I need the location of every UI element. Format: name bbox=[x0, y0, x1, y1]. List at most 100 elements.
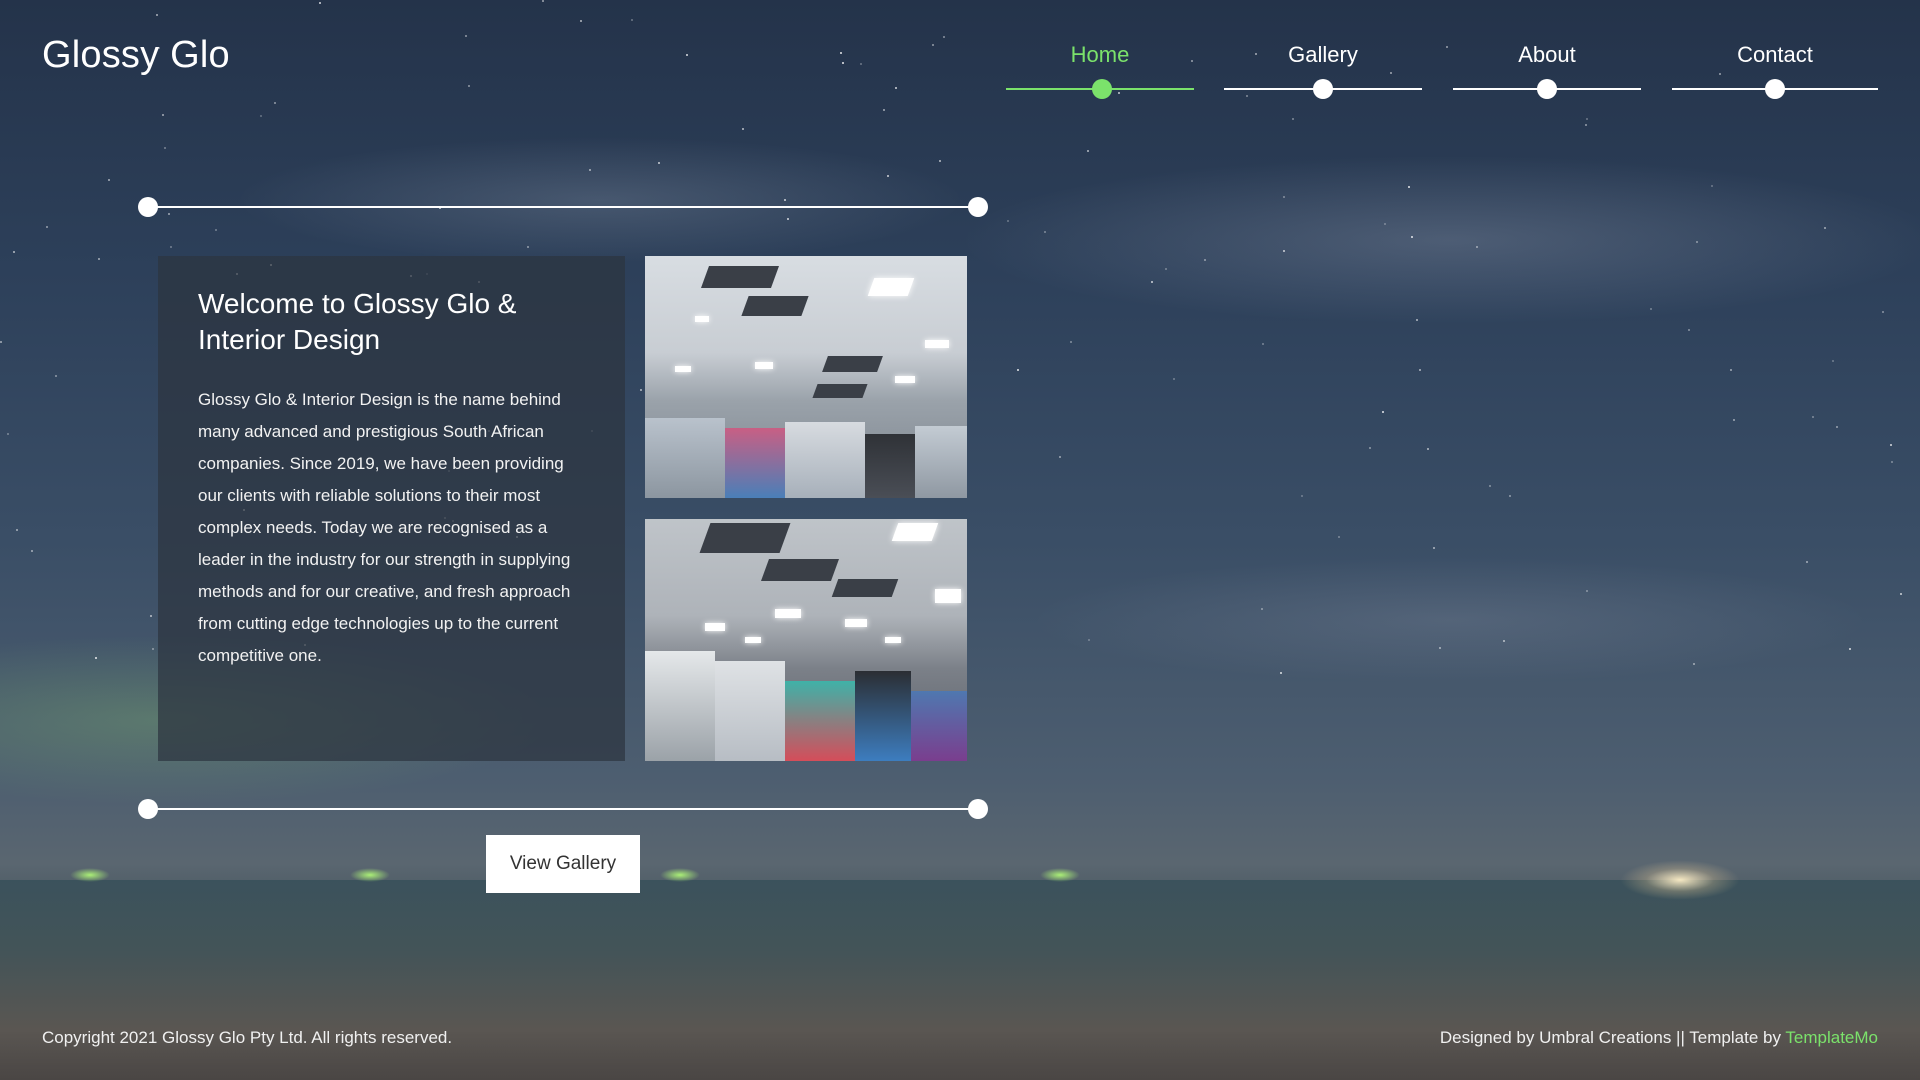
star bbox=[1204, 259, 1206, 261]
nav-indicator-dot bbox=[1092, 79, 1112, 99]
star bbox=[1733, 419, 1735, 421]
star bbox=[1261, 608, 1263, 610]
star bbox=[1693, 663, 1695, 665]
nav-item-home[interactable]: Home bbox=[1006, 42, 1194, 102]
star bbox=[631, 19, 633, 21]
star bbox=[1280, 672, 1282, 674]
star bbox=[1408, 186, 1410, 188]
nav-item-about[interactable]: About bbox=[1453, 42, 1641, 102]
top-divider-dot-right bbox=[968, 197, 988, 217]
star bbox=[13, 251, 15, 253]
star bbox=[1301, 495, 1303, 497]
star bbox=[1427, 448, 1429, 450]
star bbox=[0, 341, 2, 343]
star bbox=[1044, 231, 1046, 233]
star bbox=[1586, 590, 1588, 592]
star bbox=[686, 54, 688, 56]
star bbox=[150, 615, 152, 617]
star bbox=[468, 85, 470, 87]
star bbox=[46, 226, 48, 228]
intro-card: Welcome to Glossy Glo & Interior Design … bbox=[158, 256, 625, 761]
nav-label-about: About bbox=[1518, 42, 1576, 67]
star bbox=[589, 169, 591, 171]
star bbox=[1688, 329, 1690, 331]
star bbox=[260, 115, 262, 117]
star bbox=[1476, 246, 1478, 248]
nav-label-gallery: Gallery bbox=[1288, 42, 1358, 67]
footer-copyright: Copyright 2021 Glossy Glo Pty Ltd. All r… bbox=[42, 1028, 453, 1047]
templatemo-link[interactable]: TemplateMo bbox=[1785, 1028, 1878, 1047]
city-light bbox=[70, 868, 110, 882]
star bbox=[1059, 456, 1061, 458]
star bbox=[1730, 369, 1732, 371]
star bbox=[1824, 227, 1826, 229]
star bbox=[1503, 640, 1505, 642]
star bbox=[887, 175, 889, 177]
star bbox=[932, 44, 934, 46]
nav-item-contact[interactable]: Contact bbox=[1672, 42, 1878, 102]
nav-label-home: Home bbox=[1070, 42, 1130, 67]
star bbox=[1338, 536, 1340, 538]
star bbox=[1509, 495, 1511, 497]
nav-indicator-dot bbox=[1313, 79, 1333, 99]
intro-text: Glossy Glo & Interior Design is the name… bbox=[198, 390, 571, 665]
star bbox=[527, 246, 529, 248]
star bbox=[55, 375, 57, 377]
star bbox=[1007, 220, 1009, 222]
star bbox=[16, 529, 18, 531]
star bbox=[943, 36, 945, 38]
star bbox=[98, 258, 100, 260]
star bbox=[1891, 461, 1893, 463]
star bbox=[152, 648, 154, 650]
star bbox=[860, 63, 862, 65]
site-logo[interactable]: Glossy Glo bbox=[42, 34, 230, 77]
star bbox=[108, 179, 110, 181]
star bbox=[1088, 639, 1090, 641]
star bbox=[1439, 647, 1441, 649]
nav-label-contact: Contact bbox=[1737, 42, 1813, 67]
star bbox=[1433, 547, 1435, 549]
top-divider-dot-left bbox=[138, 197, 158, 217]
main-nav: Home Gallery About Contact bbox=[1000, 42, 1880, 102]
star bbox=[1411, 236, 1413, 238]
star bbox=[542, 0, 544, 2]
nav-item-gallery[interactable]: Gallery bbox=[1224, 42, 1422, 102]
star bbox=[1292, 118, 1294, 120]
star bbox=[580, 20, 582, 22]
star bbox=[1836, 426, 1838, 428]
store-photo-2[interactable] bbox=[645, 519, 967, 761]
star bbox=[1173, 378, 1175, 380]
bottom-divider-dot-left bbox=[138, 799, 158, 819]
star bbox=[1832, 360, 1834, 362]
star bbox=[170, 246, 172, 248]
star bbox=[1882, 311, 1884, 313]
star bbox=[1489, 485, 1491, 487]
star bbox=[274, 102, 276, 104]
star bbox=[168, 213, 170, 215]
star bbox=[1650, 308, 1652, 310]
star bbox=[1087, 150, 1089, 152]
star bbox=[162, 114, 164, 116]
nav-indicator-dot bbox=[1537, 79, 1557, 99]
star bbox=[895, 87, 897, 89]
star bbox=[1262, 343, 1264, 345]
star bbox=[1382, 411, 1384, 413]
star bbox=[1416, 319, 1418, 321]
city-light bbox=[660, 868, 700, 882]
star bbox=[215, 229, 217, 231]
star bbox=[939, 160, 941, 162]
star bbox=[1696, 241, 1698, 243]
horizon-light bbox=[1620, 860, 1740, 900]
star bbox=[787, 218, 789, 220]
star bbox=[465, 35, 467, 37]
star bbox=[784, 199, 786, 201]
star bbox=[1806, 561, 1808, 563]
star bbox=[1711, 185, 1713, 187]
star bbox=[840, 52, 842, 54]
star bbox=[1849, 648, 1851, 650]
view-gallery-button[interactable]: View Gallery bbox=[486, 835, 640, 893]
store-photo-1[interactable] bbox=[645, 256, 967, 498]
star bbox=[1585, 124, 1587, 126]
bottom-divider-dot-right bbox=[968, 799, 988, 819]
footer-credit: Designed by Umbral Creations || Template… bbox=[1440, 1028, 1878, 1048]
